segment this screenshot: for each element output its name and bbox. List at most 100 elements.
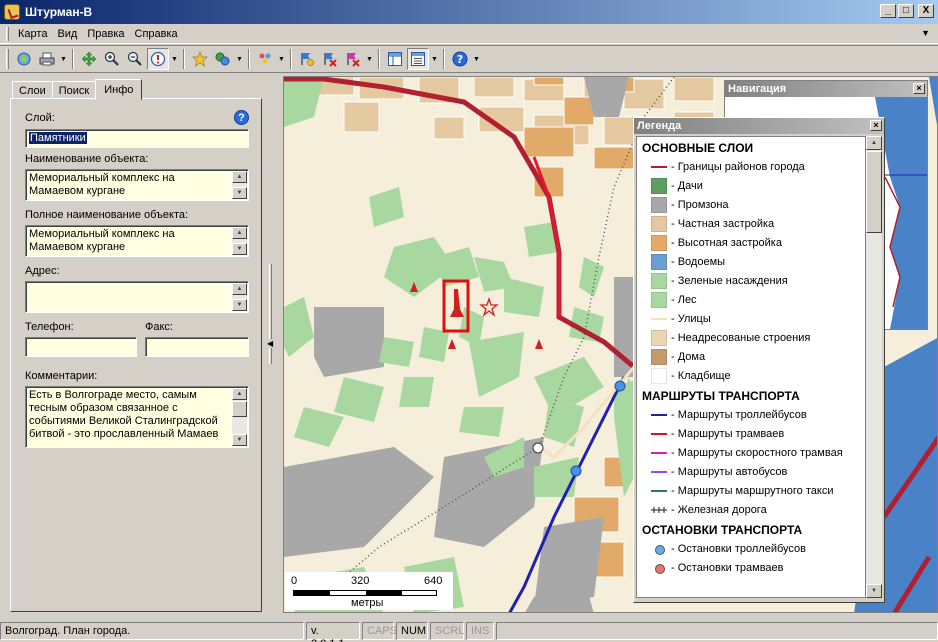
grid-view-button[interactable] xyxy=(384,48,406,70)
app-icon[interactable] xyxy=(4,4,20,20)
layers-dropdown-icon[interactable]: ▼ xyxy=(277,56,286,63)
fullname-field[interactable]: Мемориальный комплекс на Мамаевом курган… xyxy=(25,225,249,257)
name-field[interactable]: Мемориальный комплекс на Мамаевом курган… xyxy=(25,169,249,201)
scale-tick-label: 640 xyxy=(424,575,443,587)
legend-item-label: - Маршруты трамваев xyxy=(671,427,785,440)
scroll-down-icon[interactable]: ▼ xyxy=(232,434,247,446)
maximize-button[interactable]: □ xyxy=(898,4,914,18)
flag-add-icon xyxy=(301,53,314,66)
navigation-close-button[interactable]: × xyxy=(913,83,925,94)
phone-field[interactable] xyxy=(25,337,137,357)
tab-search[interactable]: Поиск xyxy=(51,81,97,99)
open-map-button[interactable] xyxy=(13,48,35,70)
legend-scrollbar[interactable]: ▲ ▼ xyxy=(866,136,882,598)
help-button[interactable]: ? xyxy=(449,48,471,70)
view-dropdown-icon[interactable]: ▼ xyxy=(430,56,439,63)
zoom-out-button[interactable] xyxy=(124,48,146,70)
legend-item: - Границы районов города xyxy=(637,157,865,176)
trolleybus-stop[interactable] xyxy=(614,380,626,392)
route-dropdown-icon[interactable]: ▼ xyxy=(235,56,244,63)
scroll-up-icon[interactable]: ▲ xyxy=(232,283,247,295)
route-button[interactable] xyxy=(212,48,234,70)
close-button[interactable]: X xyxy=(918,4,934,18)
scroll-thumb[interactable] xyxy=(232,401,247,417)
scroll-down-icon[interactable]: ▼ xyxy=(232,187,247,199)
trolleybus-stop[interactable] xyxy=(570,465,582,477)
clear-points-dropdown-icon[interactable]: ▼ xyxy=(365,56,374,63)
legend-close-button[interactable]: × xyxy=(870,120,882,131)
status-empty-pane xyxy=(496,622,938,640)
grid-view-icon xyxy=(388,52,402,66)
address-field[interactable]: ▲ ▼ xyxy=(25,281,249,313)
list-view-button[interactable] xyxy=(407,48,429,70)
layer-field[interactable]: Памятники xyxy=(25,129,249,148)
help-dropdown-icon[interactable]: ▼ xyxy=(472,56,481,63)
legend-symbol xyxy=(651,291,667,308)
navigation-title-bar[interactable]: Навигация × xyxy=(725,81,927,97)
legend-item: - Маршруты автобусов xyxy=(637,462,865,481)
legend-window[interactable]: Легенда × ОСНОВНЫЕ СЛОИ - Границы районов… xyxy=(633,117,885,603)
scroll-up-icon[interactable]: ▲ xyxy=(232,227,247,239)
list-view-icon xyxy=(411,52,425,66)
toolbar-grip[interactable] xyxy=(6,49,9,69)
railway-stop[interactable] xyxy=(532,442,544,454)
menu-help[interactable]: Справка xyxy=(130,26,183,42)
info-tool-button[interactable] xyxy=(147,48,169,70)
tab-info[interactable]: Инфо xyxy=(95,79,143,100)
info-tool-dropdown-icon[interactable]: ▼ xyxy=(170,56,179,63)
legend-item-label: - Частная застройка xyxy=(671,217,775,230)
menu-chevron-down-icon[interactable]: ▼ xyxy=(921,28,930,38)
scale-segment xyxy=(366,591,402,595)
scroll-down-icon[interactable]: ▼ xyxy=(232,243,247,255)
name-value: Мемориальный комплекс на Мамаевом курган… xyxy=(29,172,175,197)
address-scrollbar[interactable]: ▲ ▼ xyxy=(232,283,247,311)
menu-grip[interactable] xyxy=(6,26,9,41)
legend-item-label: - Границы районов города xyxy=(671,160,805,173)
minimize-button[interactable]: _ xyxy=(880,4,896,18)
legend-item-label: - Остановки троллейбусов xyxy=(671,542,807,555)
delete-point-button[interactable] xyxy=(319,48,341,70)
scroll-down-icon[interactable]: ▼ xyxy=(866,584,882,598)
flag-clear-icon xyxy=(347,53,360,67)
collapse-arrow-icon[interactable]: ◀ xyxy=(267,339,274,348)
scroll-thumb[interactable] xyxy=(866,151,882,233)
river-water-top xyxy=(929,77,937,125)
name-scrollbar[interactable]: ▲ ▼ xyxy=(232,171,247,199)
legend-item: - Железная дорога xyxy=(637,500,865,519)
scroll-down-icon[interactable]: ▼ xyxy=(232,299,247,311)
menu-view[interactable]: Вид xyxy=(52,26,82,42)
menu-edit[interactable]: Правка xyxy=(82,26,129,42)
comments-value: Есть в Волгограде место, самым тесным об… xyxy=(29,389,219,440)
motherland-statue-icon[interactable] xyxy=(450,289,464,317)
favorites-button[interactable] xyxy=(189,48,211,70)
legend-symbol xyxy=(651,177,667,194)
tab-layers[interactable]: Слои xyxy=(12,81,53,99)
splitter-grip[interactable] xyxy=(269,264,272,364)
fullname-scrollbar[interactable]: ▲ ▼ xyxy=(232,227,247,255)
scroll-up-icon[interactable]: ▲ xyxy=(232,171,247,183)
comments-scrollbar[interactable]: ▲ ▼ xyxy=(232,388,247,446)
info-tab-content: ? Слой: Памятники Наименование объекта: … xyxy=(10,98,262,612)
add-point-button[interactable] xyxy=(296,48,318,70)
legend-item: - Зеленые насаждения xyxy=(637,271,865,290)
zoom-in-button[interactable] xyxy=(101,48,123,70)
panel-splitter[interactable]: ◀ xyxy=(266,264,275,364)
menu-map[interactable]: Карта xyxy=(13,26,52,42)
scroll-up-icon[interactable]: ▲ xyxy=(866,136,882,150)
print-button[interactable] xyxy=(36,48,58,70)
toolbar-separator xyxy=(443,49,445,69)
info-panel: Слои Поиск Инфо ? Слой: Памятники Наимен… xyxy=(4,76,264,613)
clear-points-button[interactable] xyxy=(342,48,364,70)
legend-item-label: - Водоемы xyxy=(671,255,726,268)
scroll-up-icon[interactable]: ▲ xyxy=(232,388,247,400)
print-dropdown-icon[interactable]: ▼ xyxy=(59,56,68,63)
fax-field[interactable] xyxy=(145,337,249,357)
pan-button[interactable] xyxy=(78,48,100,70)
help-icon[interactable]: ? xyxy=(234,110,249,125)
layers-button[interactable] xyxy=(254,48,276,70)
comments-field[interactable]: Есть в Волгограде место, самым тесным об… xyxy=(25,386,249,448)
monument-marker[interactable] xyxy=(448,339,456,349)
memorial-star-marker[interactable] xyxy=(479,296,499,317)
legend-title-bar[interactable]: Легенда × xyxy=(634,118,884,134)
monument-marker[interactable] xyxy=(535,339,543,349)
